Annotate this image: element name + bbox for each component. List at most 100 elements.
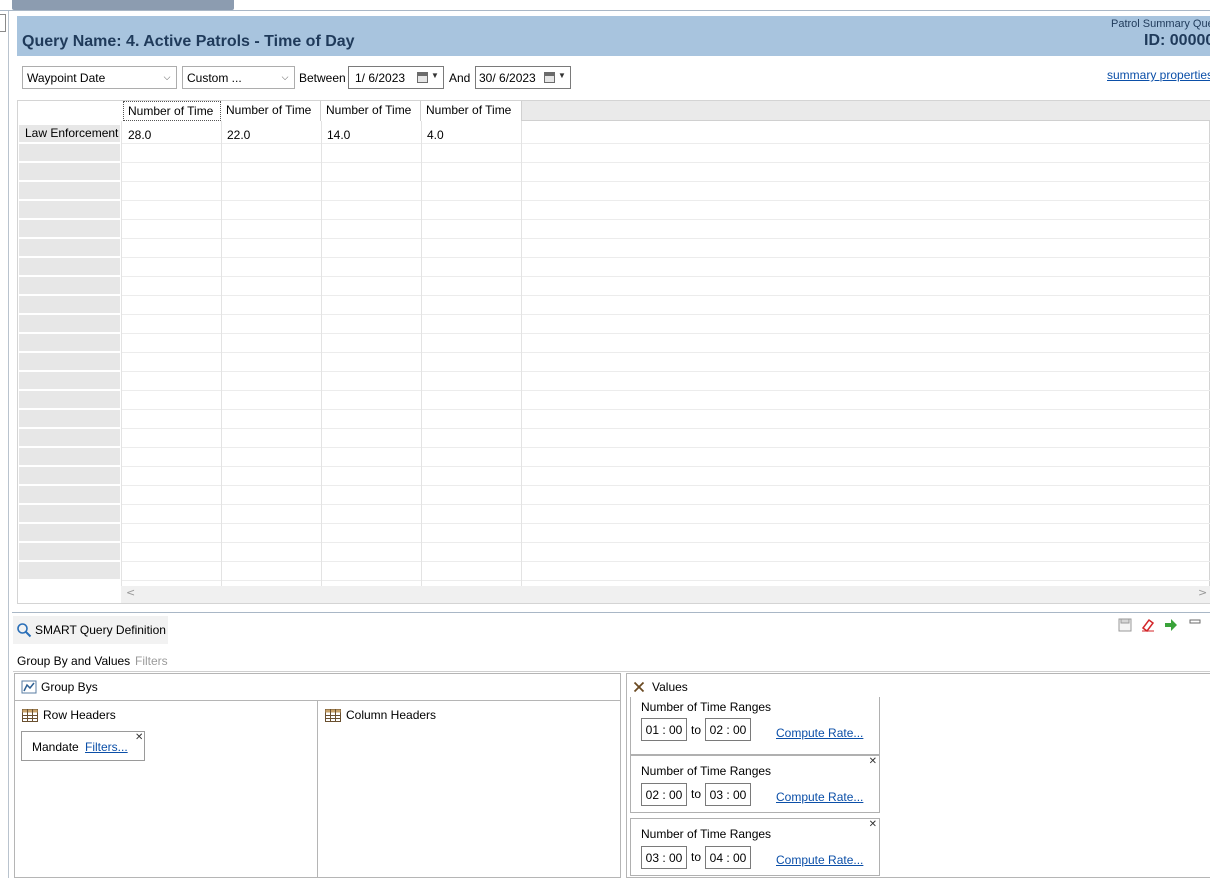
- column-header[interactable]: Number of Time: [322, 101, 421, 121]
- compute-rate-link[interactable]: Compute Rate...: [776, 853, 863, 867]
- dropdown-arrow-icon[interactable]: ▼: [431, 71, 439, 80]
- from-time-input[interactable]: 03 : 00: [641, 846, 687, 869]
- end-date-picker[interactable]: 30/ 6/2023 ▼: [475, 66, 571, 89]
- magnifier-icon: [17, 623, 32, 638]
- definition-subtabs: [13, 650, 1210, 672]
- column-header[interactable]: Number of Time: [422, 101, 522, 121]
- row-header-empty: [19, 163, 120, 181]
- row-headers-panel: [15, 700, 318, 878]
- value-item-title: Number of Time Ranges: [641, 827, 772, 841]
- values-x-icon: [633, 681, 645, 693]
- row-header-empty: [19, 334, 120, 352]
- table-cell: 28.0: [128, 128, 152, 142]
- row-header-empty: [19, 201, 120, 219]
- grid-column-line: [521, 121, 522, 586]
- table-cell: 22.0: [227, 128, 251, 142]
- grid-row-line: [121, 181, 1210, 182]
- grid-row-line: [121, 428, 1210, 429]
- grid-row-line: [121, 200, 1210, 201]
- grid-row-line: [121, 390, 1210, 391]
- summary-properties-link[interactable]: summary properties: [1107, 68, 1210, 82]
- date-field-value: Waypoint Date: [27, 71, 106, 85]
- scroll-left-icon[interactable]: <: [126, 586, 135, 599]
- grid-row-line: [121, 352, 1210, 353]
- grid-column-line: [321, 121, 322, 586]
- calendar-icon[interactable]: [544, 72, 555, 83]
- compute-rate-link[interactable]: Compute Rate...: [776, 790, 863, 804]
- close-icon[interactable]: ✕: [869, 756, 877, 767]
- query-subtitle: Patrol Summary Que: [1111, 18, 1210, 30]
- grid-row-line: [121, 219, 1210, 220]
- value-item[interactable]: Number of Time Ranges 02 : 00 to 03 : 00…: [630, 755, 880, 813]
- date-field-select[interactable]: Waypoint Date ⌵: [22, 66, 177, 89]
- calendar-icon[interactable]: [417, 72, 428, 83]
- to-time-input[interactable]: 02 : 00: [705, 718, 751, 741]
- query-id: ID: 00000: [1144, 32, 1210, 49]
- mandate-label: Mandate: [32, 740, 79, 754]
- row-header-empty: [19, 372, 120, 390]
- to-label: to: [691, 787, 702, 801]
- row-header-empty: [19, 505, 120, 523]
- column-header[interactable]: Number of Time: [222, 101, 321, 121]
- row-header-empty: [19, 353, 120, 371]
- grid-row-line: [121, 504, 1210, 505]
- grid-row-line: [121, 523, 1210, 524]
- editor-tab-active[interactable]: [12, 0, 234, 10]
- group-bys-icon: [21, 680, 37, 694]
- row-header-empty: [19, 429, 120, 447]
- grid-row-line: [121, 542, 1210, 543]
- value-item[interactable]: Number of Time Ranges 03 : 00 to 04 : 00…: [630, 818, 880, 876]
- to-time-input[interactable]: 04 : 00: [705, 846, 751, 869]
- and-label: And: [449, 71, 471, 85]
- to-label: to: [691, 850, 702, 864]
- mandate-filters-link[interactable]: Filters...: [85, 740, 128, 754]
- compute-rate-link[interactable]: Compute Rate...: [776, 726, 863, 740]
- table-cell: 4.0: [427, 128, 444, 142]
- close-icon[interactable]: ✕: [135, 732, 143, 743]
- run-arrow-icon[interactable]: [1164, 618, 1178, 632]
- table-icon: [22, 709, 38, 722]
- to-time-input[interactable]: 03 : 00: [705, 783, 751, 806]
- from-time-input[interactable]: 01 : 00: [641, 718, 687, 741]
- row-header-empty: [19, 277, 120, 295]
- grid-column-line: [221, 121, 222, 586]
- value-item[interactable]: Number of Time Ranges 01 : 00 to 02 : 00…: [630, 697, 880, 755]
- chevron-down-icon: ⌵: [163, 72, 171, 82]
- query-title: Query Name: 4. Active Patrols - Time of …: [22, 33, 355, 50]
- dropdown-arrow-icon[interactable]: ▼: [558, 71, 566, 80]
- left-edge: [0, 11, 9, 878]
- tab-filters[interactable]: Filters: [135, 654, 168, 668]
- start-date-value: 1/ 6/2023: [355, 71, 406, 85]
- row-header-empty: [19, 239, 120, 257]
- row-header-empty: [19, 315, 120, 333]
- end-date-value: 30/ 6/2023: [479, 71, 536, 85]
- eraser-icon[interactable]: [1141, 618, 1155, 632]
- close-icon[interactable]: ✕: [869, 819, 877, 830]
- save-icon[interactable]: [1118, 618, 1132, 632]
- horizontal-scrollbar[interactable]: < >: [121, 586, 1210, 603]
- row-header-empty: [19, 467, 120, 485]
- row-header-empty: [19, 410, 120, 428]
- row-header[interactable]: Law Enforcement: [19, 125, 120, 143]
- range-type-select[interactable]: Custom ... ⌵: [182, 66, 295, 89]
- grid-row-line: [121, 257, 1210, 258]
- grid-row-line: [121, 409, 1210, 410]
- start-date-picker[interactable]: 1/ 6/2023 ▼: [348, 66, 444, 89]
- left-edge-box: [0, 14, 6, 32]
- between-label: Between: [299, 71, 346, 85]
- tab-group-by-and-values[interactable]: Group By and Values: [17, 654, 130, 668]
- grid-row-line: [121, 447, 1210, 448]
- column-header[interactable]: Number of Time: [123, 101, 221, 121]
- table-cell: 14.0: [327, 128, 351, 142]
- from-time-input[interactable]: 02 : 00: [641, 783, 687, 806]
- row-header-empty: [19, 562, 120, 580]
- scroll-right-icon[interactable]: >: [1198, 586, 1207, 599]
- row-header-item-mandate[interactable]: Mandate Filters... ✕: [21, 731, 145, 761]
- grid-row-line: [121, 561, 1210, 562]
- row-header-empty: [19, 258, 120, 276]
- table-icon: [325, 709, 341, 722]
- column-headers-label: Column Headers: [346, 708, 437, 722]
- grid-row-line: [121, 371, 1210, 372]
- minimize-icon[interactable]: [1188, 615, 1202, 629]
- values-label: Values: [652, 680, 688, 694]
